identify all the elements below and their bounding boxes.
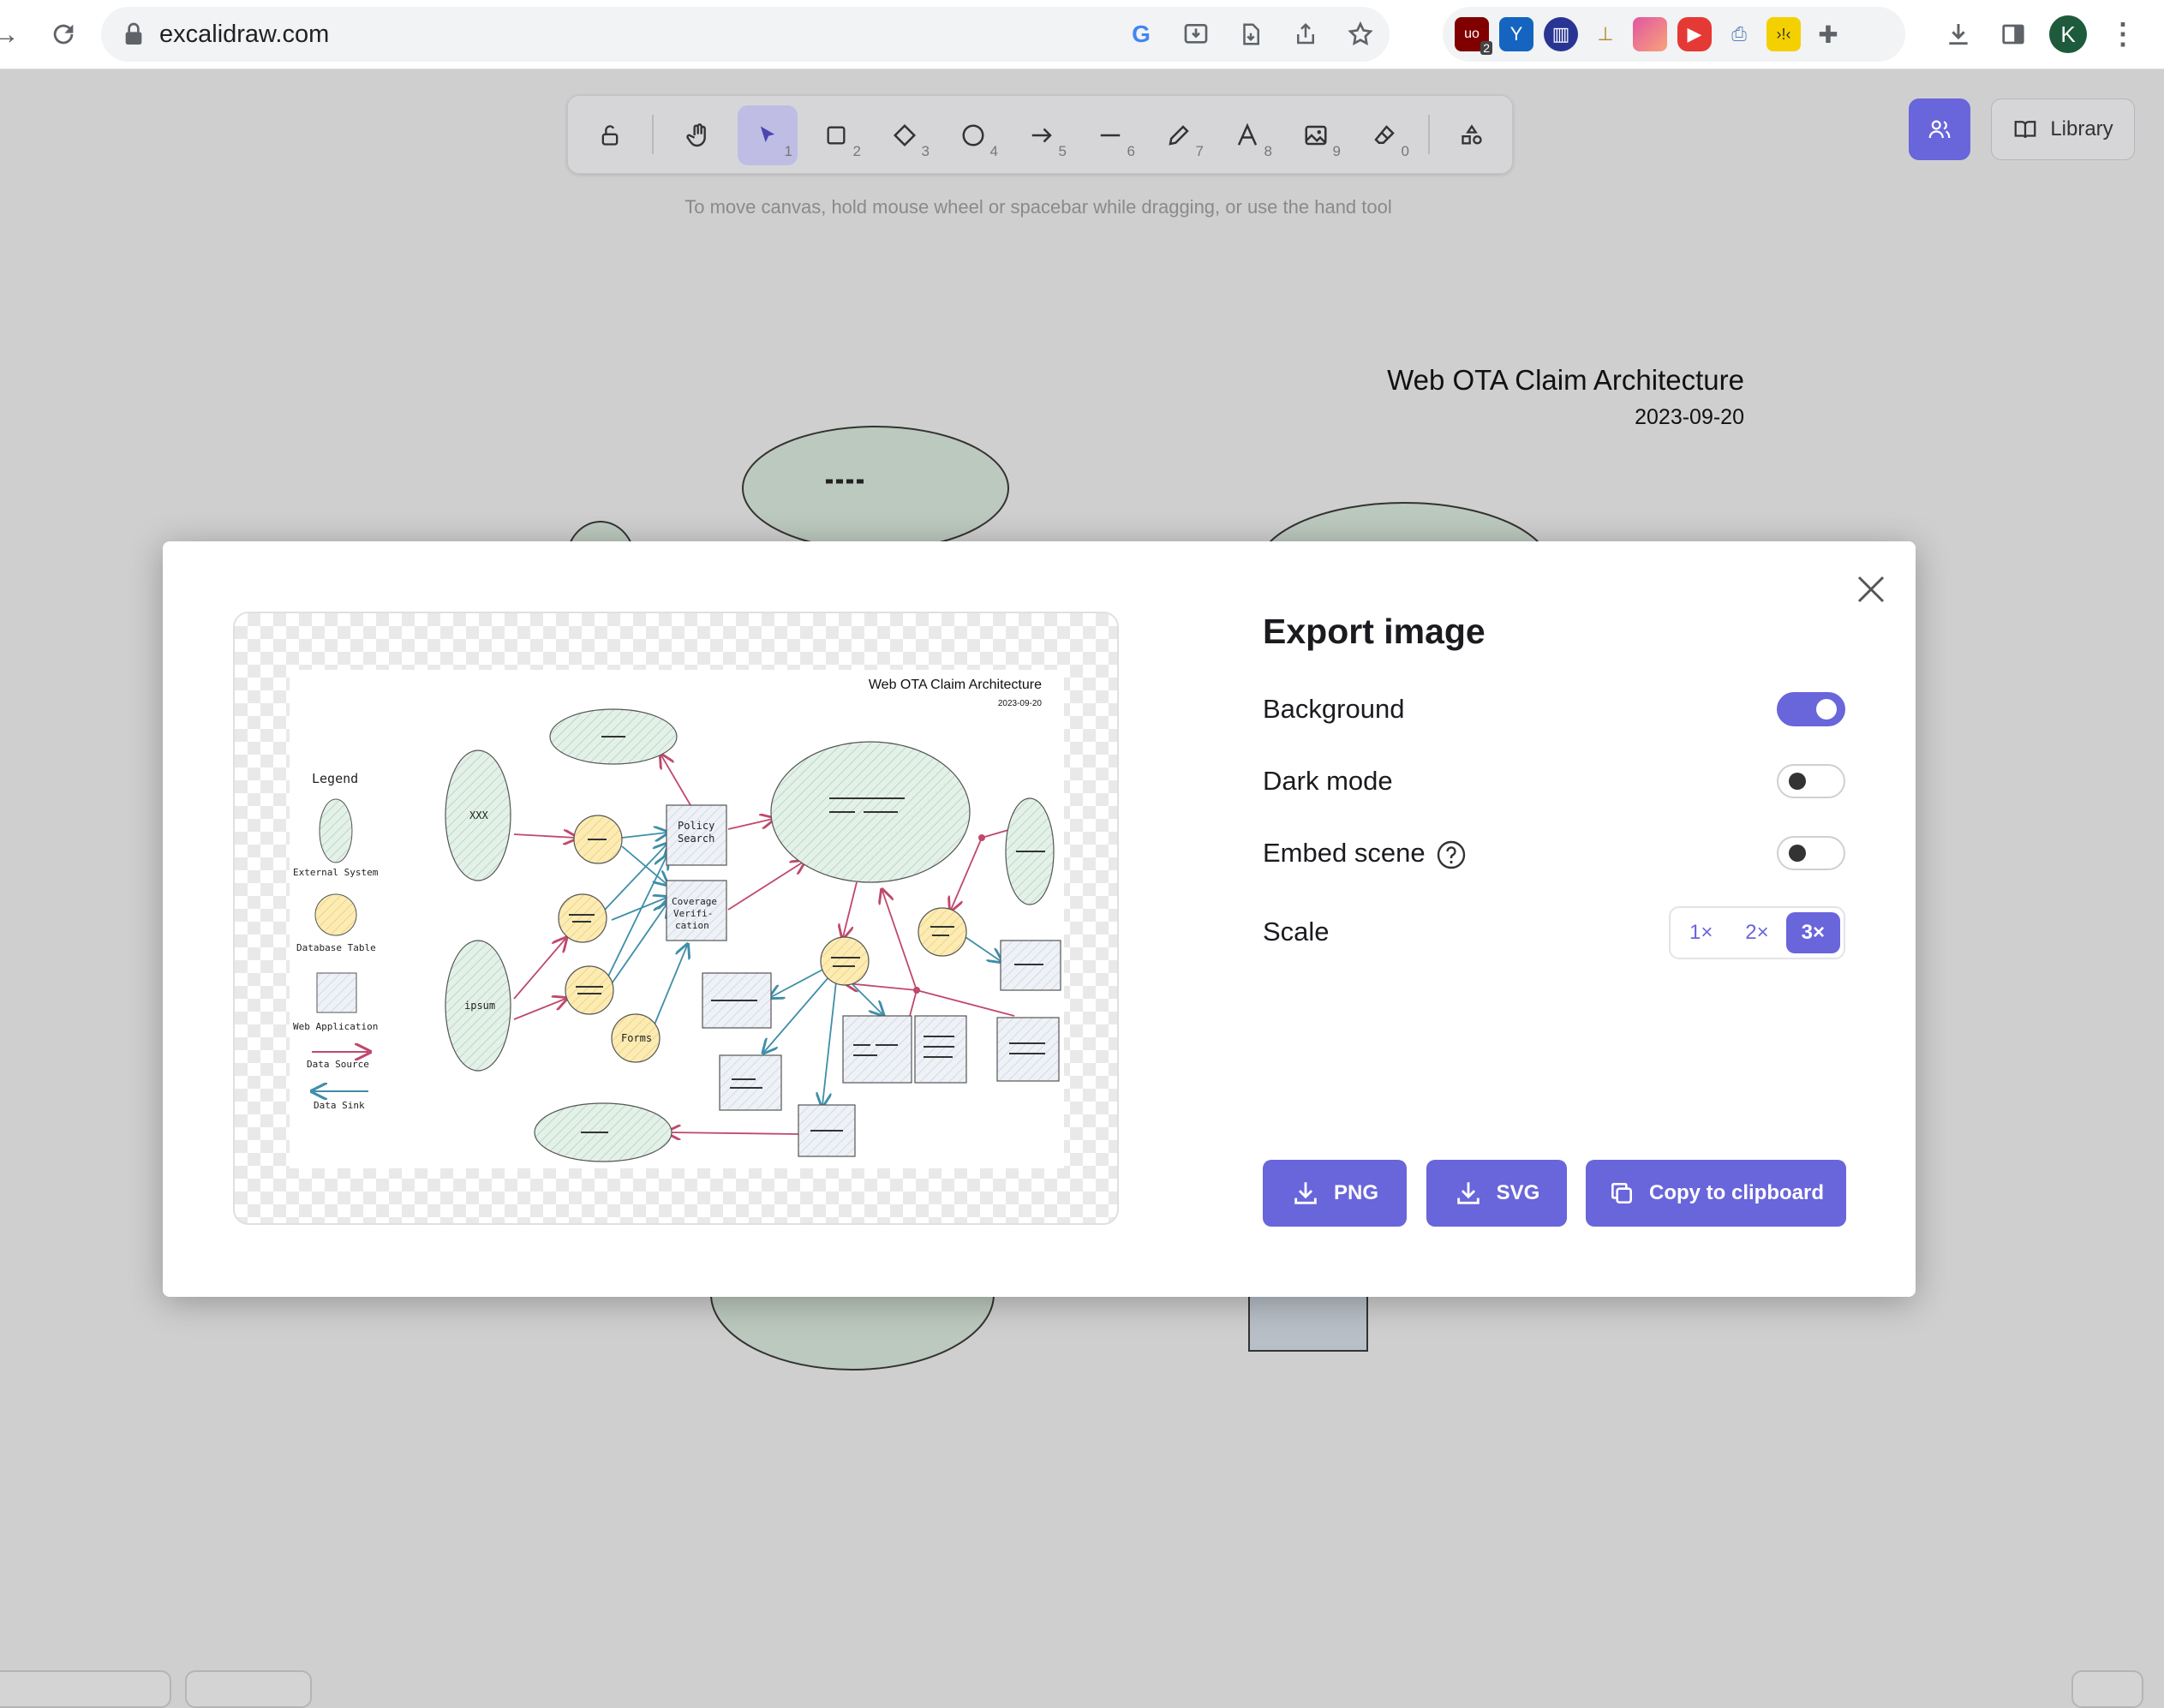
legend-heading: Legend (312, 771, 358, 786)
copy-icon (1611, 1183, 1632, 1203)
scale-2x-button[interactable]: 2× (1730, 912, 1784, 953)
export-preview: Web OTA Claim Architecture 2023-09-20 Le… (233, 612, 1119, 1225)
node-db-center (820, 936, 870, 986)
dark-mode-label: Dark mode (1263, 766, 1393, 796)
node-webapp-e (914, 1015, 967, 1084)
download-icon (1456, 1182, 1480, 1204)
background-toggle[interactable] (1777, 692, 1845, 726)
scale-label: Scale (1263, 917, 1330, 947)
legend-database-label: Database Table (296, 942, 376, 953)
export-dialog-title: Export image (1263, 612, 1486, 651)
legend-source-label: Data Source (307, 1059, 369, 1070)
scale-1x-button[interactable]: 1× (1674, 912, 1728, 953)
node-label-coverage-2: Verifi- (673, 908, 713, 919)
embed-scene-toggle[interactable] (1777, 836, 1845, 870)
node-label-forms: Forms (621, 1032, 652, 1044)
node-label-coverage-1: Coverage (672, 896, 717, 907)
background-label: Background (1263, 694, 1405, 724)
node-label-ipsum: ipsum (464, 1000, 495, 1012)
embed-scene-label: Embed scene (1263, 838, 1426, 868)
preview-title: Web OTA Claim Architecture (869, 678, 1042, 692)
legend-webapp-shape (316, 972, 357, 1013)
node-label-coverage-3: cation (675, 920, 709, 931)
svg-label: SVG (1496, 1181, 1540, 1204)
node-webapp-d (842, 1015, 912, 1084)
toggle-knob (1789, 773, 1806, 790)
preview-diagram: Web OTA Claim Architecture 2023-09-20 Le… (290, 670, 1064, 1168)
node-db-right (918, 907, 967, 957)
png-label: PNG (1333, 1181, 1378, 1204)
preview-date: 2023-09-20 (998, 699, 1043, 708)
dark-mode-toggle[interactable] (1777, 764, 1845, 798)
node-db-3 (565, 965, 614, 1015)
modal-overlay: Web OTA Claim Architecture 2023-09-20 Le… (0, 0, 2164, 1699)
toggle-knob (1789, 845, 1806, 862)
scale-3x-button[interactable]: 3× (1785, 912, 1840, 953)
node-webapp-g (996, 1017, 1060, 1082)
help-icon[interactable] (1436, 839, 1467, 870)
export-png-button[interactable]: PNG (1263, 1160, 1407, 1227)
toggle-knob (1816, 699, 1837, 720)
scale-selector: 1× 2× 3× (1669, 906, 1845, 959)
arrow-junction (978, 834, 985, 841)
legend-database-shape (314, 893, 357, 936)
close-icon[interactable] (1850, 569, 1892, 610)
download-icon (1294, 1182, 1317, 1204)
export-svg-button[interactable]: SVG (1426, 1160, 1567, 1227)
clipboard-label: Copy to clipboard (1649, 1181, 1824, 1204)
node-webapp-b (719, 1054, 782, 1111)
legend-external-system-label: External System (293, 867, 379, 878)
legend-external-system-shape (319, 798, 353, 863)
legend-sink-label: Data Sink (314, 1100, 365, 1111)
copy-to-clipboard-button[interactable]: Copy to clipboard (1586, 1160, 1846, 1227)
node-db-2 (558, 893, 607, 943)
node-label-xxx: XXX (469, 809, 488, 821)
node-label-policy-1: Policy (678, 820, 714, 832)
legend-webapp-label: Web Application (293, 1021, 378, 1032)
arrow-junction (913, 987, 920, 994)
node-label-policy-2: Search (678, 833, 714, 845)
